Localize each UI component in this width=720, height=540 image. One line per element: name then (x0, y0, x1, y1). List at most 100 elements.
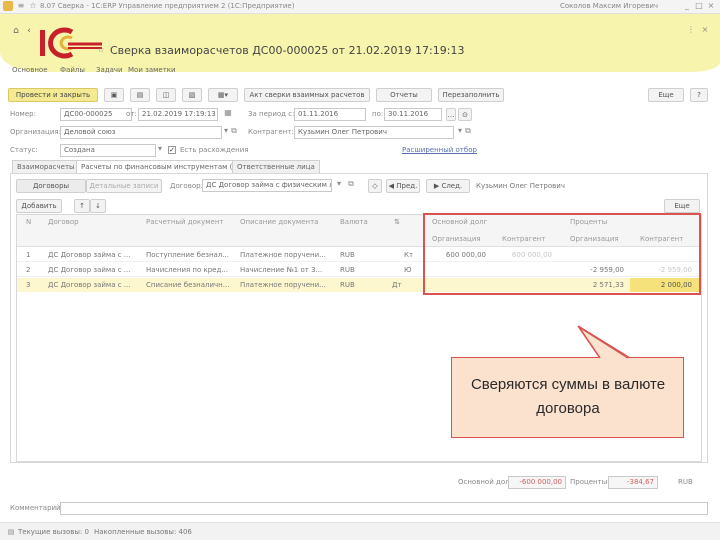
menu-icon[interactable]: ≡ (16, 0, 26, 12)
org-field[interactable]: Деловой союз (60, 126, 222, 139)
home-icon[interactable]: ⌂ (10, 25, 22, 37)
back-icon[interactable]: ‹ (24, 25, 34, 37)
create-based-button[interactable]: ▧ (182, 88, 202, 102)
tab-responsible[interactable]: Ответственные лица (232, 160, 320, 174)
row-extra: Дт (392, 281, 402, 289)
subtoolbar-counterparty: Кузьмин Олег Петрович (476, 182, 565, 190)
row-currency: RUB (340, 251, 355, 259)
org-open-icon[interactable]: ⧉ (230, 125, 238, 137)
advanced-filter-link[interactable]: Расширенный отбор (402, 146, 477, 154)
current-calls: Текущие вызовы: 0 (18, 528, 89, 536)
row-doc: Списание безналичн... (146, 281, 230, 289)
row-currency: RUB (340, 281, 355, 289)
callout-pointer-fill (578, 326, 629, 359)
annotation-frame (423, 213, 701, 295)
status-field[interactable]: Создана (60, 144, 156, 157)
col-settlement-doc: Расчетный документ (146, 218, 224, 226)
row-doc: Начисления по кред... (146, 266, 229, 274)
status-label: Статус: (10, 146, 38, 154)
row-n: 3 (26, 281, 31, 289)
date-field[interactable]: 21.02.2019 17:19:13 (138, 108, 218, 121)
post-close-button[interactable]: Провести и закрыть (8, 88, 98, 102)
create-based-icon: ▧ (188, 91, 196, 99)
stats-icon: ▤ (7, 528, 15, 536)
save-button[interactable]: ▣ (104, 88, 124, 102)
print-button[interactable]: ▦▾ (208, 88, 238, 102)
structure-button[interactable]: ◫ (156, 88, 176, 102)
row-doc: Поступление безнал... (146, 251, 229, 259)
favorite-star-icon[interactable]: ☆ (96, 44, 106, 56)
contract-dropdown-icon[interactable]: ▾ (334, 178, 344, 190)
minimize-icon[interactable]: _ (682, 0, 692, 12)
move-down-button[interactable]: ↓ (90, 199, 106, 213)
reports-button[interactable]: Отчеты (376, 88, 432, 102)
doc-close-icon[interactable]: × (700, 24, 710, 36)
discrepancy-checkbox[interactable]: ✓ (168, 146, 176, 154)
more-button[interactable]: Еще (648, 88, 684, 102)
close-icon[interactable]: × (706, 0, 716, 12)
recalc-button[interactable]: Перезаполнить (438, 88, 504, 102)
next-button[interactable]: ▶ След. (426, 179, 470, 193)
counterparty-label: Контрагент: (248, 128, 294, 136)
tab-notes[interactable]: Мои заметки (128, 66, 176, 74)
counterparty-open-icon[interactable]: ⧉ (464, 125, 472, 137)
row-contract: ДС Договор займа с ... (48, 251, 131, 259)
tab-files[interactable]: Файлы (60, 66, 85, 74)
status-dropdown-icon[interactable]: ▾ (156, 143, 164, 155)
detailed-button[interactable]: Детальные записи (86, 179, 162, 193)
tab-main[interactable]: Основное (12, 66, 48, 74)
window-titlebar: ≡ ☆ 8.07 Сверка - 1С:ERP Управление пред… (0, 0, 720, 14)
tab-financial-instruments[interactable]: Расчеты по финансовым инструментам (1) (76, 160, 245, 174)
app-logo-icon (3, 1, 13, 11)
move-up-button[interactable]: ↑ (74, 199, 90, 213)
row-currency: RUB (340, 266, 355, 274)
counterparty-field[interactable]: Кузьмин Олег Петрович (294, 126, 454, 139)
org-dropdown-icon[interactable]: ▾ (222, 125, 230, 137)
row-n: 1 (26, 251, 31, 259)
row-contract: ДС Договор займа с ... (48, 266, 131, 274)
row-extra: Кт (404, 251, 414, 259)
accumulated-calls: Накопленные вызовы: 406 (94, 528, 192, 536)
title-highlight (0, 14, 720, 72)
number-label: Номер: (10, 110, 36, 118)
tab-tasks[interactable]: Задачи (96, 66, 123, 74)
from-label: от: (126, 110, 137, 118)
page-title: Сверка взаиморасчетов ДС00-000025 от 21.… (110, 44, 465, 57)
totals-currency: RUB (678, 478, 693, 486)
help-button[interactable]: ? (690, 88, 708, 102)
calendar-icon[interactable]: ▦ (222, 107, 234, 119)
table-more-button[interactable]: Еще (664, 199, 700, 213)
arrow-up-icon: ↑ (79, 202, 85, 210)
number-field[interactable]: ДС00-000025 (60, 108, 132, 121)
totals-debt-label: Основной долг: (458, 478, 516, 486)
col-n: N (26, 218, 32, 226)
contract-open-icon[interactable]: ⧉ (346, 178, 356, 190)
tab-settlements[interactable]: Взаиморасчеты (12, 160, 80, 174)
settlements-act-button[interactable]: Акт сверки взаимных расчетов (244, 88, 370, 102)
prev-button[interactable]: ◀ Пред. (386, 179, 420, 193)
period-label: За период с: (248, 110, 295, 118)
callout-text: Сверяются суммы в валюте договора (470, 376, 666, 417)
maximize-icon[interactable]: □ (694, 0, 704, 12)
arrow-down-icon: ↓ (95, 202, 101, 210)
add-button[interactable]: Добавить (16, 199, 62, 213)
more-icon[interactable]: ⋮ (686, 24, 696, 36)
period-to-field[interactable]: 30.11.2016 (384, 108, 442, 121)
col-doc-desc: Описание документа (240, 218, 319, 226)
period-from-field[interactable]: 01.11.2016 (294, 108, 366, 121)
period-select-button[interactable]: … (446, 108, 456, 121)
comment-label: Комментарий: (10, 504, 63, 512)
star-icon[interactable]: ☆ (28, 0, 38, 12)
contract-label: Договор: (170, 182, 203, 190)
post-button[interactable]: ▤ (130, 88, 150, 102)
contracts-button[interactable]: Договоры (16, 179, 86, 193)
period-to-label: по: (372, 110, 384, 118)
contract-field[interactable]: ДС Договор займа с физическим лиц (202, 179, 332, 192)
comment-field[interactable] (60, 502, 708, 515)
counterparty-dropdown-icon[interactable]: ▾ (456, 125, 464, 137)
toggle-button[interactable]: ◇ (368, 179, 382, 193)
print-icon: ▦▾ (217, 91, 229, 99)
row-n: 2 (26, 266, 31, 274)
structure-icon: ◫ (162, 91, 170, 99)
link-button[interactable]: ⊙ (458, 108, 472, 121)
